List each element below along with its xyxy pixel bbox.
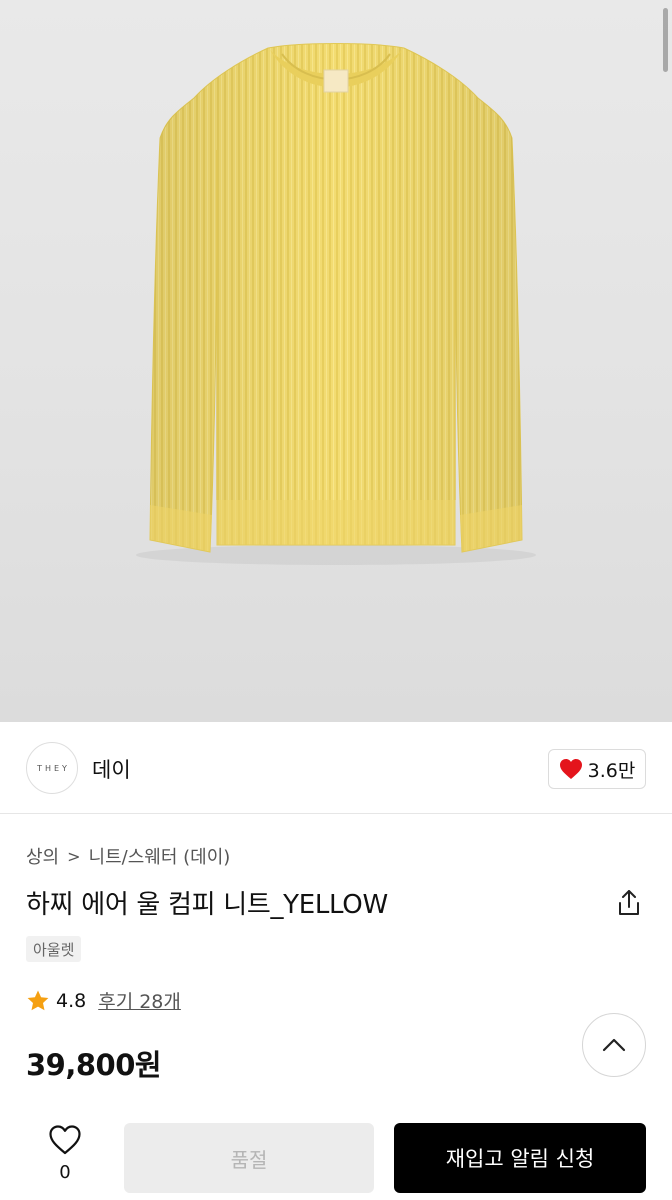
brand-name[interactable]: 데이 — [92, 754, 131, 784]
outlet-badge: 아울렛 — [26, 936, 82, 962]
brand-row: THEY 데이 3.6만 — [0, 722, 672, 814]
breadcrumb-category[interactable]: 상의 — [26, 843, 59, 869]
scroll-top-button[interactable] — [582, 1013, 646, 1077]
product-price: 39,800원 — [26, 1048, 162, 1082]
share-icon[interactable] — [614, 888, 644, 918]
breadcrumb: 상의 > 니트/스웨터 (데이) — [26, 843, 230, 869]
heart-filled-icon — [559, 759, 582, 779]
brand-like-button[interactable]: 3.6만 — [548, 749, 646, 789]
breadcrumb-separator: > — [67, 846, 81, 866]
chevron-up-icon — [602, 1038, 626, 1052]
scrollbar-thumb[interactable] — [663, 8, 668, 72]
bottom-action-bar: 0 품절 재입고 알림 신청 — [0, 1104, 672, 1200]
sweater-photo — [136, 43, 536, 565]
breadcrumb-subcategory[interactable]: 니트/스웨터 (데이) — [89, 843, 231, 869]
restock-alert-button[interactable]: 재입고 알림 신청 — [394, 1123, 646, 1193]
reviews-link[interactable]: 후기 28개 — [98, 987, 181, 1014]
heart-outline-icon — [49, 1125, 81, 1155]
brand-like-count: 3.6만 — [587, 759, 636, 782]
brand-logo[interactable]: THEY — [26, 742, 78, 794]
wishlist-count: 0 — [59, 1162, 71, 1183]
soldout-button[interactable]: 품절 — [124, 1123, 374, 1193]
star-icon — [27, 990, 49, 1010]
rating-row: 4.8 후기 28개 — [26, 987, 181, 1014]
wishlist-button[interactable]: 0 — [40, 1124, 90, 1183]
product-image[interactable] — [0, 0, 672, 722]
product-title: 하찌 에어 울 컴피 니트_YELLOW — [26, 890, 388, 920]
rating-score: 4.8 — [56, 989, 87, 1012]
